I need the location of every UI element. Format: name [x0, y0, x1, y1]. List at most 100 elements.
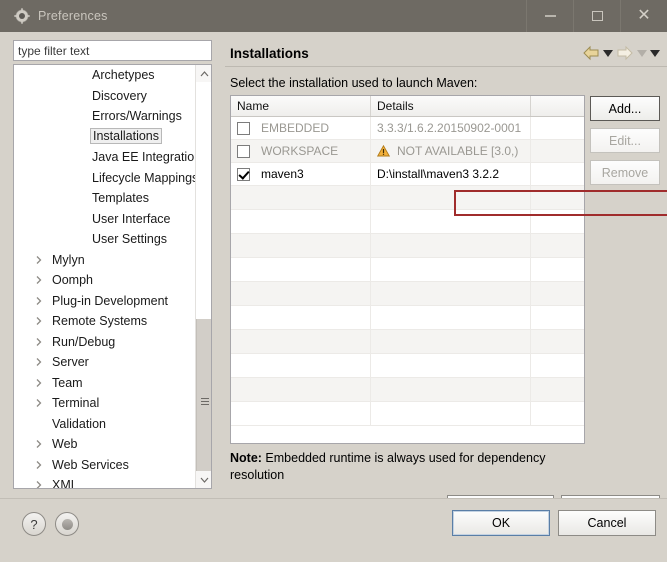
- row-checkbox[interactable]: [237, 121, 250, 135]
- sidebar-item-discovery[interactable]: Discovery: [14, 86, 196, 107]
- cancel-button[interactable]: Cancel: [558, 510, 656, 536]
- table-empty-row[interactable]: [231, 234, 584, 258]
- help-icon[interactable]: ?: [22, 512, 46, 536]
- sidebar-item-plug-in-development[interactable]: Plug-in Development: [14, 291, 196, 312]
- sidebar-item-terminal[interactable]: Terminal: [14, 393, 196, 414]
- table-row[interactable]: EMBEDDED 3.3.3/1.6.2.20150902-0001: [231, 117, 584, 140]
- forward-arrow-icon[interactable]: [616, 45, 634, 61]
- sidebar-item-errors-warnings[interactable]: Errors/Warnings: [14, 106, 196, 127]
- warning-icon: [377, 145, 391, 158]
- edit-button[interactable]: Edit...: [590, 128, 660, 153]
- column-header-details[interactable]: Details: [371, 96, 531, 116]
- table-row[interactable]: maven3 D:\install\maven3 3.2.2: [231, 163, 584, 186]
- table-empty-row[interactable]: [231, 210, 584, 234]
- view-menu-icon[interactable]: [650, 49, 660, 57]
- table-row[interactable]: WORKSPACE NOT AVAILABLE [3.0,): [231, 140, 584, 163]
- sidebar-item-xml[interactable]: XML: [14, 475, 196, 488]
- close-button[interactable]: ✕: [620, 0, 667, 32]
- minimize-button[interactable]: [526, 0, 573, 32]
- row-checkbox[interactable]: [237, 167, 250, 181]
- circle-icon[interactable]: [55, 512, 79, 536]
- table-empty-row[interactable]: [231, 306, 584, 330]
- sidebar-item-templates[interactable]: Templates: [14, 188, 196, 209]
- row-name-label: WORKSPACE: [261, 144, 339, 158]
- scrollbar-track[interactable]: [196, 82, 211, 319]
- chevron-right-icon[interactable]: [34, 357, 44, 367]
- title-bar-left: Preferences: [0, 0, 526, 32]
- footer-icons: ?: [22, 512, 79, 536]
- sidebar-item-label: Java EE Integration: [92, 150, 196, 165]
- note-body: Embedded runtime is always used for depe…: [230, 451, 546, 482]
- column-header-extra[interactable]: [531, 96, 584, 116]
- row-checkbox[interactable]: [237, 144, 250, 158]
- table-empty-row[interactable]: [231, 402, 584, 426]
- scroll-down-button[interactable]: [196, 471, 211, 488]
- column-header-name[interactable]: Name: [231, 96, 371, 116]
- add-button[interactable]: Add...: [590, 96, 660, 121]
- sidebar-item-installations[interactable]: Installations: [14, 127, 196, 148]
- preferences-sidebar: Archetypes Discovery Errors/Warnings Instal…: [7, 35, 215, 493]
- header-divider: [225, 66, 667, 67]
- sidebar-item-team[interactable]: Team: [14, 373, 196, 394]
- chevron-right-icon[interactable]: [34, 460, 44, 470]
- preferences-tree[interactable]: Archetypes Discovery Errors/Warnings Instal…: [13, 64, 212, 489]
- installations-table[interactable]: Name Details EMBEDDED 3.3.3/1.6.2.2015090…: [230, 95, 585, 444]
- page-navigation: [582, 45, 660, 61]
- sidebar-item-java-ee-integration[interactable]: Java EE Integration: [14, 147, 196, 168]
- sidebar-item-user-settings[interactable]: User Settings: [14, 229, 196, 250]
- scrollbar-thumb[interactable]: [196, 319, 211, 483]
- gear-icon: [14, 8, 30, 24]
- table-empty-row[interactable]: [231, 186, 584, 210]
- sidebar-item-archetypes[interactable]: Archetypes: [14, 65, 196, 86]
- chevron-right-icon[interactable]: [34, 378, 44, 388]
- ok-button[interactable]: OK: [452, 510, 550, 536]
- sidebar-item-label: User Interface: [92, 211, 171, 226]
- table-cell-extra: [531, 163, 584, 185]
- sidebar-item-label: Remote Systems: [52, 314, 148, 329]
- chevron-right-icon[interactable]: [34, 398, 44, 408]
- remove-button[interactable]: Remove: [590, 160, 660, 185]
- table-cell-extra: [531, 140, 584, 162]
- chevron-right-icon[interactable]: [34, 255, 44, 265]
- sidebar-item-oomph[interactable]: Oomph: [14, 270, 196, 291]
- sidebar-item-label: Oomph: [52, 273, 93, 288]
- chevron-right-icon[interactable]: [34, 337, 44, 347]
- chevron-right-icon[interactable]: [34, 275, 44, 285]
- row-details-label: 3.3.3/1.6.2.20150902-0001: [377, 121, 522, 135]
- scroll-up-button[interactable]: [196, 65, 211, 82]
- sidebar-item-web-services[interactable]: Web Services: [14, 455, 196, 476]
- table-empty-row[interactable]: [231, 282, 584, 306]
- sidebar-item-run-debug[interactable]: Run/Debug: [14, 332, 196, 353]
- table-empty-row[interactable]: [231, 330, 584, 354]
- sidebar-scrollbar[interactable]: [195, 65, 211, 488]
- table-header-row: Name Details: [231, 96, 584, 117]
- panel-sash[interactable]: [217, 32, 225, 498]
- sidebar-item-label: Discovery: [92, 88, 147, 103]
- table-empty-row[interactable]: [231, 378, 584, 402]
- preference-page: Installations Select the installation us…: [225, 32, 667, 520]
- sidebar-item-lifecycle-mappings[interactable]: Lifecycle Mappings: [14, 168, 196, 189]
- maximize-button[interactable]: [573, 0, 620, 32]
- page-header: Installations: [230, 40, 660, 66]
- filter-input[interactable]: [13, 40, 212, 61]
- instruction-label: Select the installation used to launch M…: [230, 76, 478, 90]
- sidebar-item-remote-systems[interactable]: Remote Systems: [14, 311, 196, 332]
- sidebar-item-label: Mylyn: [52, 252, 85, 267]
- chevron-right-icon[interactable]: [34, 480, 44, 488]
- sidebar-item-web[interactable]: Web: [14, 434, 196, 455]
- table-empty-row[interactable]: [231, 258, 584, 282]
- sidebar-item-label: Terminal: [52, 396, 100, 411]
- table-empty-row[interactable]: [231, 354, 584, 378]
- back-dropdown-icon[interactable]: [603, 49, 613, 57]
- sidebar-item-server[interactable]: Server: [14, 352, 196, 373]
- chevron-right-icon[interactable]: [34, 439, 44, 449]
- sidebar-item-validation[interactable]: Validation: [14, 414, 196, 435]
- chevron-right-icon[interactable]: [34, 316, 44, 326]
- sidebar-item-user-interface[interactable]: User Interface: [14, 209, 196, 230]
- sidebar-item-label: Plug-in Development: [52, 293, 169, 308]
- sidebar-item-mylyn[interactable]: Mylyn: [14, 250, 196, 271]
- chevron-right-icon[interactable]: [34, 296, 44, 306]
- table-body: EMBEDDED 3.3.3/1.6.2.20150902-0001 WORKSPA…: [231, 117, 584, 426]
- back-arrow-icon[interactable]: [582, 45, 600, 61]
- forward-dropdown-icon[interactable]: [637, 49, 647, 57]
